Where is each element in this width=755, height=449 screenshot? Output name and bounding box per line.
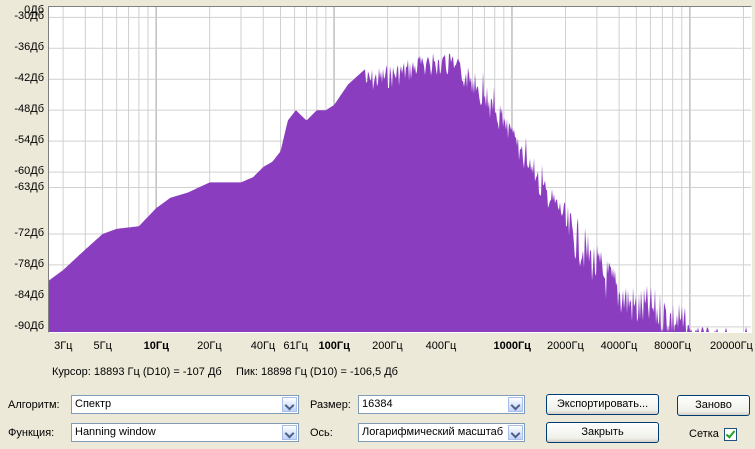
y-tick-label: -54Дб bbox=[14, 134, 44, 147]
grid-label: Сетка bbox=[689, 428, 719, 440]
export-button[interactable]: Экспортировать... bbox=[546, 394, 659, 415]
y-tick-label: -48Дб bbox=[14, 103, 44, 116]
function-label: Функция: bbox=[8, 427, 55, 439]
x-tick-label: 10Гц bbox=[143, 340, 169, 352]
spectrum-area bbox=[49, 53, 751, 332]
cursor-readout: Курсор: 18893 Гц (D10) = -107 Дб bbox=[52, 366, 222, 378]
y-tick-label: -36Дб bbox=[14, 41, 44, 54]
spectrum-plot[interactable] bbox=[48, 6, 752, 333]
x-tick-label: 2000Гц bbox=[547, 340, 584, 352]
grid-checkbox[interactable] bbox=[724, 428, 737, 441]
y-tick-label: -78Дб bbox=[14, 257, 44, 270]
spectrum-svg bbox=[49, 7, 751, 332]
x-tick-label: 400Гц bbox=[425, 340, 457, 352]
algorithm-label: Алгоритм: bbox=[8, 399, 60, 411]
function-value: Hanning window bbox=[75, 426, 156, 438]
y-tick-label: -60Дб bbox=[14, 165, 44, 178]
replot-button[interactable]: Заново bbox=[677, 395, 750, 416]
y-tick-label-partial: 0Дб bbox=[24, 4, 44, 16]
x-tick-label: 200Гц bbox=[372, 340, 403, 352]
algorithm-select[interactable]: Спектр bbox=[71, 395, 299, 414]
y-tick-label: -84Дб bbox=[14, 288, 44, 301]
chevron-down-icon[interactable] bbox=[508, 425, 523, 440]
close-button[interactable]: Закрыть bbox=[546, 422, 659, 443]
x-tick-label: 5Гц bbox=[93, 340, 112, 352]
x-tick-label: 1000Гц bbox=[493, 340, 531, 352]
axis-value: Логарифмический масштаб bbox=[362, 426, 504, 438]
x-tick-label: 4000Гц bbox=[600, 340, 638, 352]
x-tick-label: 3Гц bbox=[54, 340, 73, 352]
chevron-down-icon[interactable] bbox=[282, 425, 297, 440]
chevron-down-icon[interactable] bbox=[508, 397, 523, 412]
size-select[interactable]: 16384 bbox=[358, 395, 525, 414]
x-tick-label: 20000Гц bbox=[710, 340, 753, 352]
x-tick-label: 8000Гц bbox=[654, 340, 691, 352]
size-value: 16384 bbox=[362, 398, 393, 410]
function-select[interactable]: Hanning window bbox=[71, 423, 299, 442]
y-tick-label: -90Дб bbox=[14, 319, 44, 332]
x-tick-label: 61Гц bbox=[283, 340, 308, 352]
x-tick-label: 100Гц bbox=[318, 340, 350, 352]
x-tick-label: 40Гц bbox=[250, 340, 276, 352]
chevron-down-icon[interactable] bbox=[282, 397, 297, 412]
peak-readout: Пик: 18898 Гц (D10) = -106,5 Дб bbox=[236, 366, 398, 378]
size-label: Размер: bbox=[310, 399, 351, 411]
x-tick-label: 20Гц bbox=[197, 340, 222, 352]
y-tick-label: -42Дб bbox=[14, 72, 44, 85]
algorithm-value: Спектр bbox=[75, 398, 112, 410]
y-tick-label: -72Дб bbox=[14, 226, 44, 239]
axis-select[interactable]: Логарифмический масштаб bbox=[358, 423, 525, 442]
axis-label: Ось: bbox=[310, 427, 333, 439]
y-tick-label: -63Дб bbox=[14, 180, 44, 193]
